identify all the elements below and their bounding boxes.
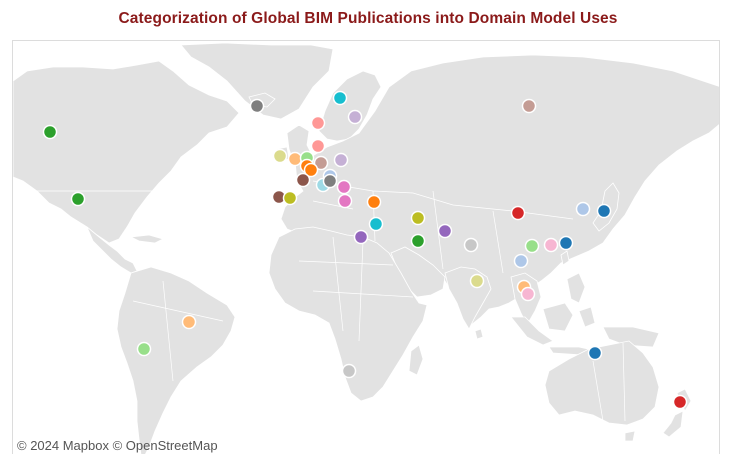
indian-subcontinent (444, 266, 492, 330)
marker-usa[interactable] (70, 191, 86, 207)
marker-norway[interactable] (332, 90, 348, 106)
marker-south-africa[interactable] (341, 363, 357, 379)
marker-japan[interactable] (596, 203, 612, 219)
marker-new-zealand[interactable] (672, 394, 688, 410)
marker-brazil[interactable] (181, 314, 197, 330)
north-america-landmass (13, 60, 240, 244)
marker-sri-lanka[interactable] (469, 273, 485, 289)
map-title: Categorization of Global BIM Publication… (118, 10, 618, 27)
marker-thailand[interactable] (513, 253, 529, 269)
marker-uk[interactable] (310, 115, 326, 131)
marker-vietnam[interactable] (524, 238, 540, 254)
world-map[interactable] (13, 41, 720, 454)
marker-australia[interactable] (587, 345, 603, 361)
marker-canada[interactable] (42, 124, 58, 140)
philippines-islands (560, 250, 586, 304)
marker-chile[interactable] (136, 341, 152, 357)
south-america-landmass (116, 266, 236, 454)
marker-serbia[interactable] (336, 179, 352, 195)
marker-italy[interactable] (337, 193, 353, 209)
marker-poland[interactable] (333, 152, 349, 168)
marker-china[interactable] (510, 205, 526, 221)
tasmania-island (624, 430, 636, 442)
marker-india[interactable] (463, 237, 479, 253)
marker-switzerland[interactable] (295, 172, 311, 188)
marker-belgium[interactable] (287, 151, 303, 167)
marker-singapore[interactable] (520, 286, 536, 302)
marker-saudi-arabia[interactable] (410, 233, 426, 249)
marker-alaska[interactable] (249, 98, 265, 114)
marker-egypt[interactable] (353, 229, 369, 245)
marker-iraq[interactable] (410, 210, 426, 226)
marker-czechia[interactable] (322, 173, 338, 189)
marker-taiwan[interactable] (558, 235, 574, 251)
marker-hong-kong[interactable] (543, 237, 559, 253)
caribbean-islands (129, 234, 165, 244)
marker-turkey[interactable] (366, 194, 382, 210)
land-layer (13, 42, 719, 454)
marker-spain[interactable] (282, 190, 298, 206)
map-attribution[interactable]: © 2024 Mapbox © OpenStreetMap (17, 438, 218, 453)
marker-pakistan[interactable] (437, 223, 453, 239)
madagascar-island (408, 344, 424, 376)
map-view[interactable]: © 2024 Mapbox © OpenStreetMap (12, 40, 720, 454)
marker-ireland[interactable] (272, 148, 288, 164)
marker-jordan[interactable] (368, 216, 384, 232)
marker-russia[interactable] (521, 98, 537, 114)
sri-lanka-island (474, 328, 484, 340)
marker-denmark[interactable] (310, 138, 326, 154)
marker-sweden[interactable] (347, 109, 363, 125)
marker-korea[interactable] (575, 201, 591, 217)
